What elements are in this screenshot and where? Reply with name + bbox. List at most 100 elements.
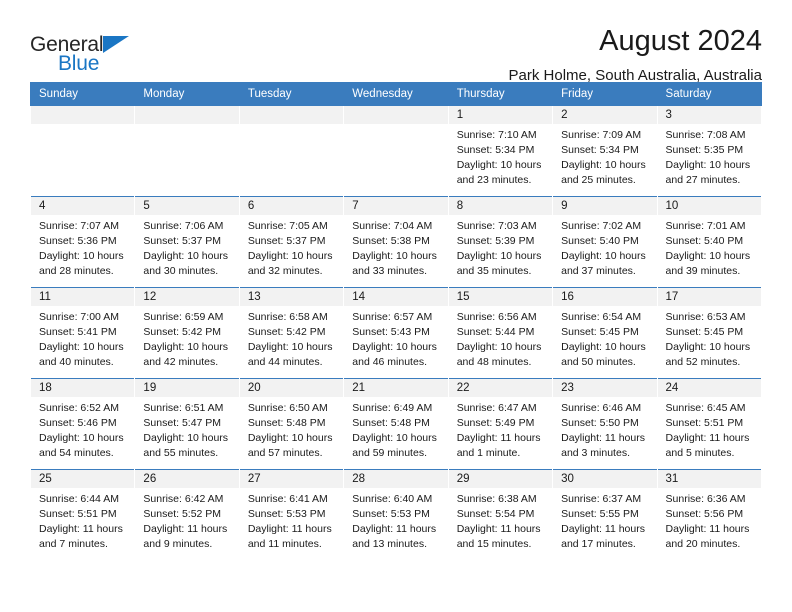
calendar-day-cell[interactable]: 5 Sunrise: 7:06 AM Sunset: 5:37 PM Daylight… <box>134 196 240 288</box>
calendar-day-cell[interactable]: 9 Sunrise: 7:02 AM Sunset: 5:40 PM Daylight… <box>552 196 658 288</box>
calendar-day-cell[interactable]: 2 Sunrise: 7:09 AM Sunset: 5:34 PM Daylight… <box>552 105 658 197</box>
sunrise-text: Sunrise: 6:42 AM <box>143 493 224 505</box>
calendar-day-cell[interactable]: 11 Sunrise: 7:00 AM Sunset: 5:41 PM Dayligh… <box>29 287 136 379</box>
daylight-text-line1: Daylight: 10 hours <box>247 340 333 353</box>
sunrise-text: Sunrise: 6:44 AM <box>39 493 119 505</box>
calendar-day-cell[interactable]: 28 Sunrise: 6:40 AM Sunset: 5:53 PM Dayligh… <box>343 469 449 560</box>
sunrise-text: Sunrise: 6:49 AM <box>352 402 433 414</box>
day-number: 28 <box>344 470 448 488</box>
calendar-day-cell[interactable]: 12 Sunrise: 6:59 AM Sunset: 5:42 PM Dayligh… <box>134 287 240 379</box>
daylight-text-line1: Daylight: 10 hours <box>561 249 646 262</box>
sunrise-text: Sunrise: 7:10 AM <box>456 129 537 141</box>
calendar-day-cell[interactable]: 25 Sunrise: 6:44 AM Sunset: 5:51 PM Dayligh… <box>29 469 136 560</box>
day-details: Sunrise: 6:54 AM Sunset: 5:45 PM Daylight:… <box>553 306 656 370</box>
calendar-week-row: 18 Sunrise: 6:52 AM Sunset: 5:46 PM Dayligh… <box>29 378 763 470</box>
calendar-head: Sunday Monday Tuesday Wednesday Thursday… <box>29 82 763 106</box>
daylight-text-line1: Daylight: 10 hours <box>39 340 124 353</box>
calendar-day-cell[interactable]: 13 Sunrise: 6:58 AM Sunset: 5:42 PM Dayligh… <box>238 287 345 379</box>
calendar-day-cell[interactable]: 20 Sunrise: 6:50 AM Sunset: 5:48 PM Dayligh… <box>238 378 345 470</box>
daylight-text-line2: and 50 minutes. <box>561 355 636 368</box>
calendar-week-row: 1 Sunrise: 7:10 AM Sunset: 5:34 PM Daylight… <box>29 105 763 197</box>
day-number: 14 <box>344 288 448 306</box>
calendar-day-cell[interactable]: 24 Sunrise: 6:45 AM Sunset: 5:51 PM Dayligh… <box>656 378 763 470</box>
day-number: 5 <box>135 197 239 215</box>
calendar-day-cell[interactable]: 22 Sunrise: 6:47 AM Sunset: 5:49 PM Dayligh… <box>447 378 554 470</box>
page-header: General Blue August 2024 Park Holme, Sou… <box>30 0 762 84</box>
calendar-day-cell[interactable]: 21 Sunrise: 6:49 AM Sunset: 5:48 PM Dayligh… <box>343 378 449 470</box>
calendar-day-cell[interactable]: 14 Sunrise: 6:57 AM Sunset: 5:43 PM Dayligh… <box>343 287 449 379</box>
brand-name-blue: Blue <box>58 52 100 75</box>
sunset-text: Sunset: 5:53 PM <box>352 507 430 520</box>
day-number <box>344 106 448 124</box>
calendar-day-cell[interactable]: 8 Sunrise: 7:03 AM Sunset: 5:39 PM Daylight… <box>447 196 554 288</box>
title-block: August 2024 Park Holme, South Australia,… <box>509 25 762 84</box>
daylight-text-line2: and 42 minutes. <box>143 355 219 368</box>
day-details: Sunrise: 6:50 AM Sunset: 5:48 PM Daylight:… <box>240 397 343 461</box>
calendar-day-cell[interactable]: 19 Sunrise: 6:51 AM Sunset: 5:47 PM Dayligh… <box>134 378 240 470</box>
day-number: 4 <box>31 197 135 215</box>
day-number: 10 <box>657 197 761 215</box>
calendar-day-cell[interactable]: 17 Sunrise: 6:53 AM Sunset: 5:45 PM Dayligh… <box>656 287 763 379</box>
day-number: 21 <box>344 379 448 397</box>
day-details: Sunrise: 6:42 AM Sunset: 5:52 PM Daylight:… <box>135 488 238 552</box>
sunset-text: Sunset: 5:45 PM <box>665 325 744 338</box>
calendar-day-cell[interactable]: 6 Sunrise: 7:05 AM Sunset: 5:37 PM Daylight… <box>238 196 345 288</box>
sunrise-text: Sunrise: 6:46 AM <box>561 402 642 414</box>
calendar-day-cell[interactable]: 26 Sunrise: 6:42 AM Sunset: 5:52 PM Dayligh… <box>134 469 240 560</box>
daylight-text-line2: and 28 minutes. <box>39 264 114 277</box>
day-details: Sunrise: 6:36 AM Sunset: 5:56 PM Daylight:… <box>658 488 761 552</box>
day-number: 18 <box>31 379 135 397</box>
calendar-table: Sunday Monday Tuesday Wednesday Thursday… <box>29 82 763 560</box>
sunrise-text: Sunrise: 6:41 AM <box>247 493 328 505</box>
daylight-text-line2: and 55 minutes. <box>143 446 219 459</box>
day-number: 30 <box>553 470 657 488</box>
daylight-text-line2: and 52 minutes. <box>665 355 741 368</box>
calendar-day-cell[interactable]: 15 Sunrise: 6:56 AM Sunset: 5:44 PM Dayligh… <box>447 287 554 379</box>
daylight-text-line1: Daylight: 11 hours <box>561 431 645 444</box>
day-details: Sunrise: 6:37 AM Sunset: 5:55 PM Daylight:… <box>553 488 656 552</box>
calendar-day-cell[interactable]: 29 Sunrise: 6:38 AM Sunset: 5:54 PM Dayligh… <box>447 469 554 560</box>
brand-logo[interactable]: General Blue <box>30 26 150 74</box>
daylight-text-line1: Daylight: 10 hours <box>143 249 229 262</box>
day-number: 13 <box>239 288 344 306</box>
weekday-header-friday: Friday <box>552 82 658 106</box>
daylight-text-line1: Daylight: 11 hours <box>143 522 228 535</box>
brand-triangle-icon <box>103 36 129 53</box>
day-details: Sunrise: 7:06 AM Sunset: 5:37 PM Daylight:… <box>135 215 238 279</box>
daylight-text-line1: Daylight: 10 hours <box>456 158 542 171</box>
sunrise-text: Sunrise: 7:03 AM <box>456 220 537 232</box>
weekday-header-sunday: Sunday <box>29 82 136 106</box>
day-number: 25 <box>31 470 135 488</box>
calendar-day-cell[interactable]: 4 Sunrise: 7:07 AM Sunset: 5:36 PM Daylight… <box>29 196 136 288</box>
daylight-text-line1: Daylight: 10 hours <box>561 158 646 171</box>
calendar-day-cell[interactable]: 3 Sunrise: 7:08 AM Sunset: 5:35 PM Daylight… <box>656 105 763 197</box>
day-number: 3 <box>657 106 761 124</box>
calendar-day-cell[interactable]: 10 Sunrise: 7:01 AM Sunset: 5:40 PM Dayligh… <box>656 196 763 288</box>
sunrise-text: Sunrise: 6:50 AM <box>247 402 328 414</box>
calendar-day-cell[interactable]: 31 Sunrise: 6:36 AM Sunset: 5:56 PM Dayligh… <box>656 469 763 560</box>
day-details: Sunrise: 7:05 AM Sunset: 5:37 PM Daylight:… <box>240 215 343 279</box>
daylight-text-line1: Daylight: 11 hours <box>247 522 332 535</box>
calendar-day-cell[interactable]: 18 Sunrise: 6:52 AM Sunset: 5:46 PM Dayligh… <box>29 378 136 470</box>
calendar-day-cell[interactable]: 27 Sunrise: 6:41 AM Sunset: 5:53 PM Dayligh… <box>238 469 345 560</box>
day-number: 17 <box>657 288 761 306</box>
daylight-text-line1: Daylight: 10 hours <box>143 431 229 444</box>
sunrise-text: Sunrise: 7:06 AM <box>143 220 224 232</box>
sunrise-text: Sunrise: 6:36 AM <box>665 493 746 505</box>
weekday-header-saturday: Saturday <box>656 82 763 106</box>
daylight-text-line1: Daylight: 11 hours <box>39 522 123 535</box>
day-details: Sunrise: 6:47 AM Sunset: 5:49 PM Daylight:… <box>449 397 552 461</box>
daylight-text-line2: and 54 minutes. <box>39 446 114 459</box>
day-number: 20 <box>239 379 344 397</box>
day-details: Sunrise: 7:09 AM Sunset: 5:34 PM Daylight:… <box>553 124 656 188</box>
daylight-text-line2: and 1 minute. <box>456 446 521 459</box>
calendar-day-cell[interactable]: 30 Sunrise: 6:37 AM Sunset: 5:55 PM Dayligh… <box>552 469 658 560</box>
day-number: 24 <box>657 379 761 397</box>
calendar-day-cell[interactable]: 7 Sunrise: 7:04 AM Sunset: 5:38 PM Daylight… <box>343 196 449 288</box>
calendar-day-cell[interactable]: 16 Sunrise: 6:54 AM Sunset: 5:45 PM Dayligh… <box>552 287 658 379</box>
sunrise-text: Sunrise: 7:04 AM <box>352 220 433 232</box>
calendar-day-cell[interactable]: 1 Sunrise: 7:10 AM Sunset: 5:34 PM Daylight… <box>447 105 554 197</box>
sunset-text: Sunset: 5:37 PM <box>247 234 326 247</box>
daylight-text-line2: and 27 minutes. <box>665 173 741 186</box>
calendar-day-cell[interactable]: 23 Sunrise: 6:46 AM Sunset: 5:50 PM Dayligh… <box>552 378 658 470</box>
